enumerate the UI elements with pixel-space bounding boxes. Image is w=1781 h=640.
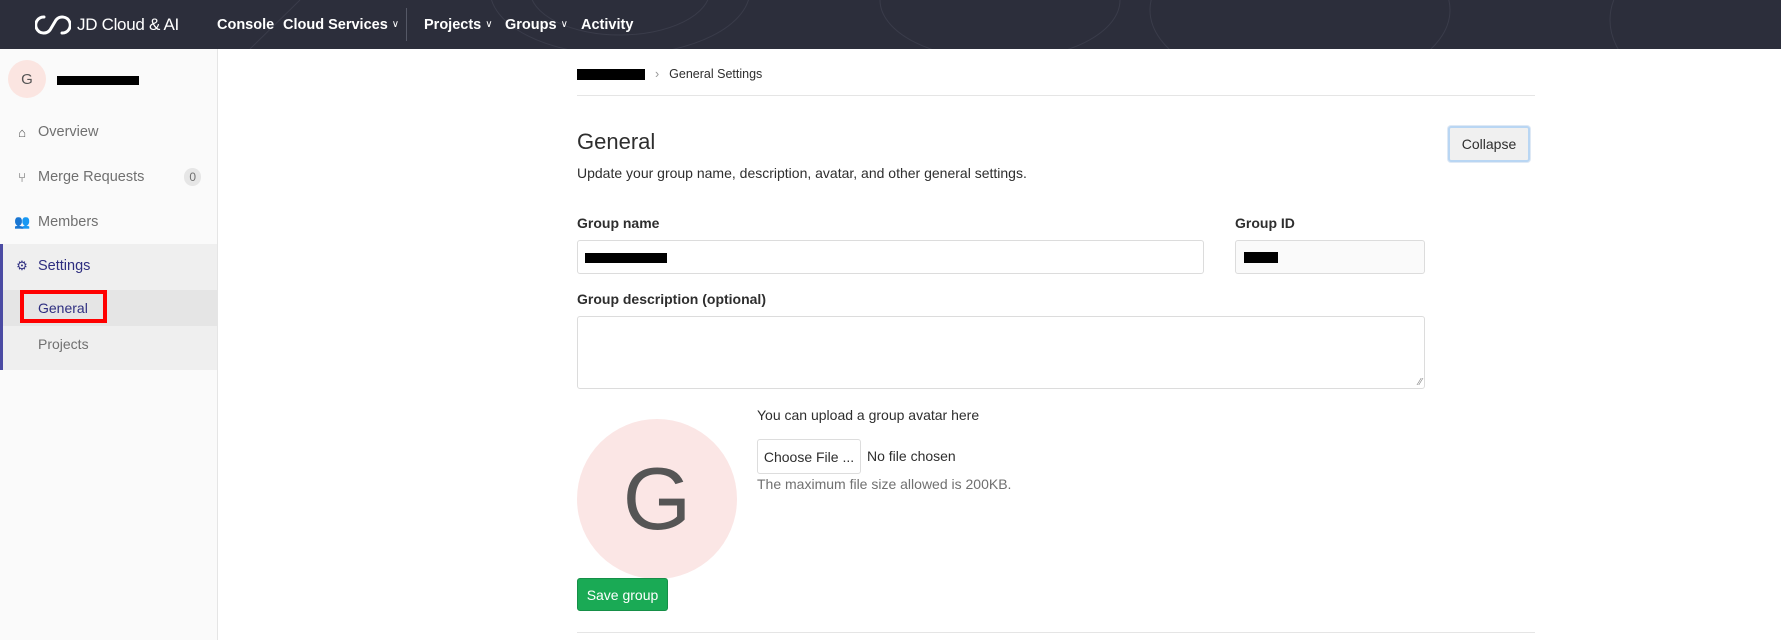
sidebar-item-label: Merge Requests [38,169,145,185]
chevron-down-icon: ∨ [560,19,568,30]
chevron-down-icon: ∨ [485,19,493,30]
nav-activity[interactable]: Activity [581,0,633,49]
no-file-chosen-text: No file chosen [867,448,956,464]
group-avatar[interactable]: G [8,60,46,98]
sidebar-subitem-label: Projects [38,336,89,352]
sidebar-item-label: Settings [38,258,91,274]
group-description-label: Group description (optional) [577,291,766,307]
home-icon: ⌂ [18,124,26,140]
sidebar-item-overview[interactable]: ⌂ Overview [0,112,217,152]
sidebar-item-members[interactable]: 👥 Members [0,202,217,242]
nav-cloud-services[interactable]: Cloud Services ∨ [283,0,399,49]
nav-label: Projects [424,16,482,33]
nav-projects[interactable]: Projects ∨ [424,0,493,49]
highlight-annotation-box [20,290,107,323]
avatar-upload-hint: You can upload a group avatar here [757,407,980,423]
group-name-input[interactable] [577,240,1204,274]
group-avatar-preview: G [577,419,737,579]
top-navbar: JD Cloud & AI Console Cloud Services ∨ Pr… [0,0,1781,49]
jd-logo-icon [35,15,71,35]
sidebar: G ⌂ Overview ⑂ Merge Requests 0 👥 Members ⚙ S… [0,49,218,640]
resize-handle-icon[interactable]: ⁄⁄ [1419,377,1422,388]
collapse-button[interactable]: Collapse [1448,126,1530,162]
nav-divider [406,8,407,41]
group-id-label: Group ID [1235,215,1295,231]
breadcrumb-current: General Settings [669,67,763,81]
brand-logo[interactable]: JD Cloud & AI [35,14,179,36]
divider [577,95,1535,96]
sidebar-item-label: Members [38,214,99,230]
gear-icon: ⚙ [16,258,28,273]
group-description-textarea[interactable]: ⁄⁄ [577,316,1425,389]
sidebar-item-merge-requests[interactable]: ⑂ Merge Requests 0 [0,157,217,197]
divider [577,632,1535,633]
redacted-group-id [1244,252,1278,263]
redacted-group-name-value [585,253,667,263]
group-id-input [1235,240,1425,274]
sidebar-item-settings[interactable]: ⚙ Settings [0,246,214,286]
nav-label: Activity [581,16,634,33]
brand-name: JD Cloud & AI [77,15,179,34]
max-file-size-text: The maximum file size allowed is 200KB. [757,476,1012,492]
chevron-down-icon: ∨ [391,19,400,30]
breadcrumb-separator-icon: › [655,67,660,81]
count-badge: 0 [184,168,201,186]
choose-file-button[interactable]: Choose File ... [757,439,861,474]
sidebar-subitem-projects[interactable]: Projects [3,326,217,362]
redacted-breadcrumb-group[interactable] [577,68,645,80]
nav-label: Cloud Services [283,16,388,33]
redacted-group-name [57,76,139,85]
group-name-label: Group name [577,215,660,231]
merge-request-icon: ⑂ [18,169,26,185]
save-group-button[interactable]: Save group [577,578,668,611]
nav-label: Console [217,16,275,33]
users-icon: 👥 [14,214,31,229]
sidebar-item-label: Overview [38,124,99,140]
section-title: General [577,129,656,154]
section-description: Update your group name, description, ava… [577,165,1027,181]
breadcrumb: › General Settings [577,67,762,81]
nav-console[interactable]: Console [217,0,274,49]
nav-label: Groups [505,16,557,33]
nav-groups[interactable]: Groups ∨ [505,0,568,49]
